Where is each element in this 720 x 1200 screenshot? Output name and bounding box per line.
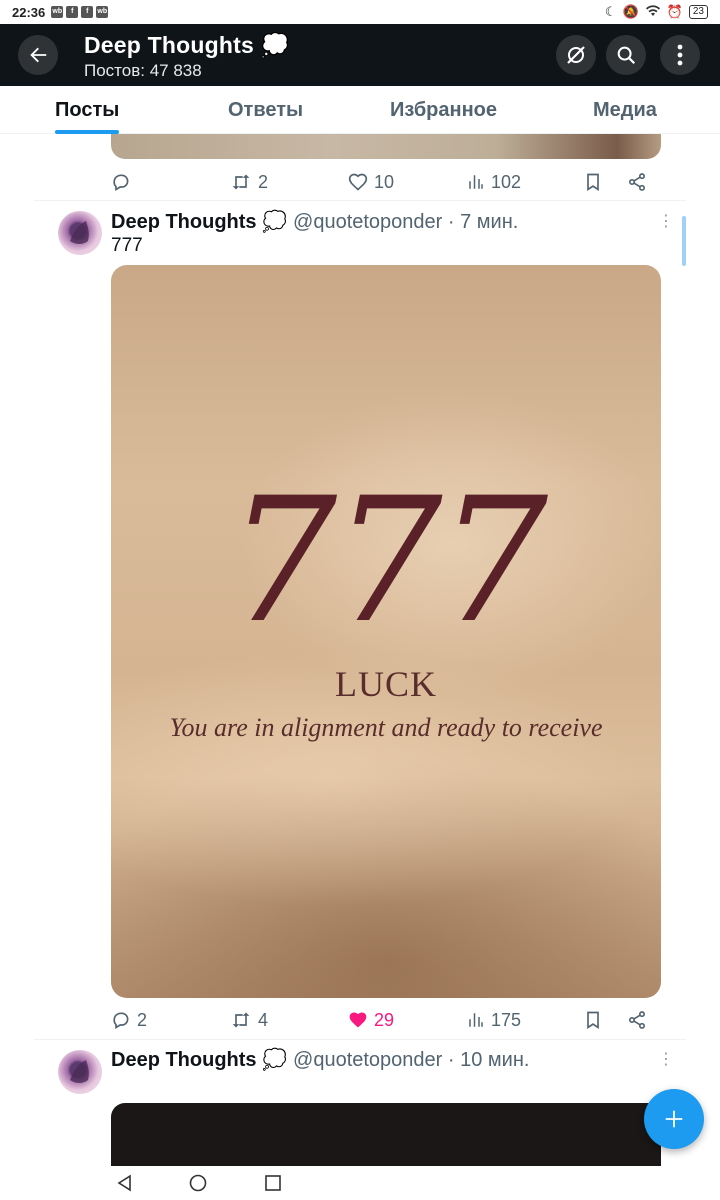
plus-icon: [665, 1110, 683, 1128]
wb-notification-icon: wb: [96, 6, 109, 18]
post-header: Deep Thoughts 💭 @quotetoponder · 7 мин.: [111, 209, 518, 234]
wifi-icon: [645, 4, 661, 20]
reply-icon: [113, 1012, 129, 1029]
share-icon: [629, 1011, 645, 1029]
post-header: Deep Thoughts 💭 @quotetoponder · 10 мин.: [111, 1047, 529, 1072]
back-button[interactable]: [18, 35, 58, 75]
grok-icon: [567, 46, 585, 64]
previous-post-actions: 2 10 102: [111, 167, 661, 197]
post-image[interactable]: [111, 1103, 661, 1166]
do-not-disturb-icon: ☾: [604, 4, 617, 19]
views-icon: [469, 175, 483, 189]
author-handle-time[interactable]: @quotetoponder · 10 мин.: [293, 1049, 529, 1072]
mute-icon: 🔕: [622, 4, 639, 19]
image-word-text: LUCK: [335, 664, 437, 704]
wb-notification-icon: wb: [51, 6, 64, 18]
views-icon: [469, 1013, 483, 1027]
battery-indicator: 23: [688, 5, 708, 19]
nav-home-button[interactable]: [189, 1174, 207, 1197]
status-time: 22:36: [12, 4, 46, 20]
reply-button[interactable]: 2: [111, 1010, 147, 1031]
repost-icon: [232, 174, 250, 190]
share-button[interactable]: [627, 1010, 647, 1030]
like-count: 10: [374, 171, 395, 192]
image-sentence-text: You are in alignment and ready to receiv…: [169, 713, 603, 742]
nav-recents-button[interactable]: [264, 1174, 282, 1197]
more-options-button[interactable]: [660, 35, 700, 75]
tab-posts[interactable]: Посты: [55, 86, 120, 134]
views-count: 175: [491, 1009, 522, 1030]
square-recents-icon: [265, 1175, 281, 1191]
bookmark-icon: [587, 173, 599, 192]
post-divider: [34, 200, 686, 201]
tab-media[interactable]: Медиа: [593, 86, 657, 134]
more-vertical-icon: [677, 44, 683, 66]
heart-icon: [348, 173, 368, 191]
repost-button[interactable]: 2: [230, 172, 268, 193]
post-count: Постов: 47 838: [84, 61, 202, 80]
profile-tabs: Посты Ответы Избранное Медиа: [0, 86, 720, 134]
author-handle-time[interactable]: @quotetoponder · 7 мин.: [293, 211, 518, 234]
share-icon: [629, 173, 645, 191]
post-menu-button[interactable]: ⋮: [658, 1050, 674, 1070]
reply-count: 2: [137, 1009, 148, 1030]
status-bar: 22:36 wb f f wb ☾ 🔕 ⏰ 23: [0, 0, 720, 24]
arrow-left-icon: [30, 47, 47, 63]
repost-count: 4: [258, 1009, 269, 1030]
reply-icon: [113, 174, 129, 191]
previous-post-media[interactable]: [111, 134, 661, 159]
profile-title: Deep Thoughts 💭: [84, 32, 290, 58]
image-number-text: 777: [227, 460, 548, 661]
repost-count: 2: [258, 171, 269, 192]
triangle-back-icon: [117, 1174, 131, 1192]
post-feed[interactable]: 2 10 102 Deep Thoughts 💭 @quotetoponder …: [0, 134, 720, 1166]
author-name[interactable]: Deep Thoughts 💭: [111, 1047, 287, 1072]
facebook-notification-icon: f: [66, 6, 79, 18]
avatar[interactable]: [58, 211, 102, 255]
reply-button[interactable]: [111, 172, 137, 192]
circle-home-icon: [189, 1174, 207, 1192]
compose-button[interactable]: [644, 1089, 704, 1149]
views-count: 102: [491, 171, 522, 192]
post-actions: 2 4 29 175: [111, 1005, 661, 1035]
post-image[interactable]: 777 LUCK You are in alignment and ready …: [111, 265, 661, 998]
heart-filled-icon: [349, 1012, 367, 1028]
repost-button[interactable]: 4: [230, 1010, 268, 1031]
tab-highlights[interactable]: Избранное: [390, 86, 497, 134]
like-button[interactable]: 29: [348, 1010, 394, 1031]
search-icon: [617, 46, 636, 65]
like-count: 29: [374, 1009, 395, 1030]
share-button[interactable]: [627, 172, 647, 192]
bookmark-button[interactable]: [584, 1010, 602, 1030]
alarm-icon: ⏰: [666, 4, 683, 19]
views-button[interactable]: 102: [467, 172, 521, 193]
bookmark-icon: [587, 1011, 599, 1030]
avatar[interactable]: [58, 1050, 102, 1094]
scroll-indicator: [682, 216, 686, 266]
repost-icon: [232, 1012, 250, 1028]
tab-replies[interactable]: Ответы: [228, 86, 303, 134]
search-button[interactable]: [606, 35, 646, 75]
views-button[interactable]: 175: [467, 1010, 521, 1031]
post-menu-button[interactable]: ⋮: [658, 212, 674, 232]
profile-header: Deep Thoughts 💭 Постов: 47 838: [0, 24, 720, 86]
facebook-notification-icon: f: [81, 6, 94, 18]
nav-back-button[interactable]: [116, 1174, 134, 1197]
grok-button[interactable]: [556, 35, 596, 75]
post-divider: [34, 1039, 686, 1040]
bookmark-button[interactable]: [584, 172, 602, 192]
post-text: 777: [111, 235, 143, 256]
system-nav-bar: [0, 1166, 720, 1200]
like-button[interactable]: 10: [348, 172, 394, 193]
author-name[interactable]: Deep Thoughts 💭: [111, 209, 287, 234]
